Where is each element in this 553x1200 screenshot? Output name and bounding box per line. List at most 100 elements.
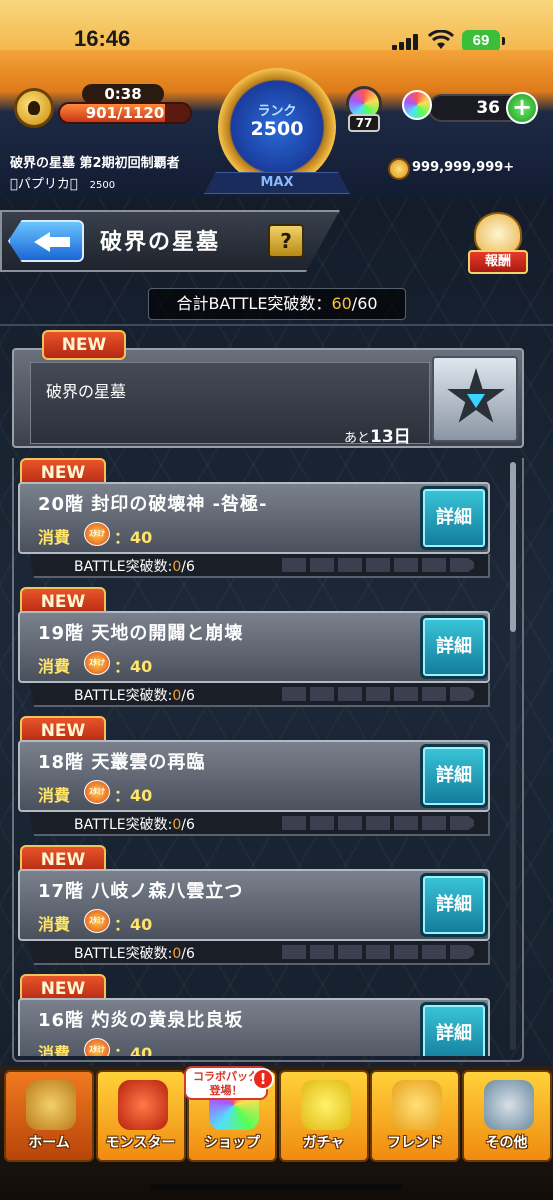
battle-max: /6 xyxy=(181,946,195,962)
total-max: /60 xyxy=(351,294,378,313)
total-prefix: 合計BATTLE突破数： xyxy=(176,294,332,313)
detail-button[interactable]: 詳細 xyxy=(420,615,488,679)
battle-current: 0 xyxy=(172,817,182,833)
rank-medal[interactable]: ランク 2500 xyxy=(218,68,336,186)
cost-label: 消費 xyxy=(38,528,71,547)
cost-value: ：40 xyxy=(114,786,153,805)
orb-count: 36 xyxy=(476,98,500,118)
floor-row[interactable]: NEW16階 灼炎の黄泉比良坂消費ｽﾀﾐﾅ：40詳細BATTLE突破数:0/6 xyxy=(12,974,492,1056)
detail-button[interactable]: 詳細 xyxy=(420,744,488,808)
page-title: 破界の星墓 xyxy=(100,230,221,255)
dungeon-emblem xyxy=(432,356,518,442)
gear-level: 77 xyxy=(348,114,380,132)
battle-label: BATTLE突破数: xyxy=(74,688,173,704)
floor-row[interactable]: NEW 17階 八岐ノ森八雲立つ 消費 ｽﾀﾐﾅ ：40 詳細 BATTLE突破数:0/6 xyxy=(12,845,492,973)
floor-title: 19階 天地の開闢と崩壊 xyxy=(38,623,244,644)
stamina-value: 901/1120 xyxy=(85,104,165,122)
nav-gacha[interactable]: ガチャ xyxy=(278,1070,369,1162)
gacha-icon xyxy=(300,1080,351,1130)
nav-label: ガチャ xyxy=(302,1135,345,1151)
cost-label: 消費 xyxy=(38,1044,71,1056)
battery-indicator: 69 xyxy=(462,30,505,52)
battle-label: BATTLE突破数: xyxy=(74,817,173,833)
cost-value: ：40 xyxy=(114,1044,153,1056)
total-battle-counter: 合計BATTLE突破数：60/60 xyxy=(148,288,406,320)
battle-label: BATTLE突破数: xyxy=(74,946,173,962)
nav-friend[interactable]: フレンド xyxy=(370,1070,460,1162)
cost-label: 消費 xyxy=(38,915,71,934)
stamina-icon xyxy=(14,88,54,128)
status-time: 16:46 xyxy=(74,26,131,51)
rank-max-badge: MAX xyxy=(204,172,350,194)
floor-title: 17階 八岐ノ森八雲立つ xyxy=(38,881,244,902)
battle-progress-text: BATTLE突破数:0/6 xyxy=(74,685,195,705)
remain-days: 13日 xyxy=(370,427,411,447)
nav-label: ホーム xyxy=(28,1135,70,1151)
wifi-icon xyxy=(428,30,454,49)
floor-title: 16階 灼炎の黄泉比良坂 xyxy=(38,1010,244,1031)
help-button[interactable]: ? xyxy=(268,224,304,258)
scrollbar[interactable] xyxy=(510,462,516,1050)
floor-row[interactable]: NEW 20階 封印の破壊神 -咎極- 消費 ｽﾀﾐﾅ ：40 詳細 BATTLE突破数:0… xyxy=(12,458,492,586)
cost-value: ：40 xyxy=(114,915,153,934)
new-badge: NEW xyxy=(42,330,126,360)
player-name-row: パプリカ2500 xyxy=(10,173,115,192)
other-icon xyxy=(483,1080,534,1130)
floor-list[interactable]: NEW 20階 封印の破壊神 -咎極- 消費 ｽﾀﾐﾅ ：40 詳細 BATTLE突破数:0… xyxy=(12,458,524,1056)
progress-chevrons xyxy=(282,816,478,830)
detail-button[interactable]: 詳細 xyxy=(420,1002,488,1056)
battle-progress: BATTLE突破数:0/6 xyxy=(29,812,490,836)
nav-monster[interactable]: モンスター xyxy=(95,1070,186,1162)
nav-label: モンスター xyxy=(105,1135,176,1151)
back-button[interactable] xyxy=(8,220,84,262)
progress-chevrons xyxy=(282,558,478,572)
apple-icon:  xyxy=(70,177,78,192)
progress-chevrons xyxy=(282,945,478,959)
player-title: 破界の星墓 第2期初回制覇者 xyxy=(10,156,180,171)
nav-label: その他 xyxy=(485,1135,528,1151)
home-icon xyxy=(26,1080,76,1130)
floor-title: 18階 天叢雲の再臨 xyxy=(38,752,206,773)
dungeon-name: 破界の星墓 xyxy=(46,382,127,401)
stamina-bar[interactable]: 901/1120 xyxy=(58,102,192,124)
battle-progress-text: BATTLE突破数:0/6 xyxy=(74,814,195,834)
remain-prefix: あと xyxy=(344,431,371,446)
stamina-timer: 0:38 xyxy=(82,84,164,104)
cost-value: ：40 xyxy=(114,528,153,547)
stamina-icon: ｽﾀﾐﾅ xyxy=(84,909,110,933)
friend-icon xyxy=(392,1080,442,1130)
apple-icon:  xyxy=(10,177,18,192)
cost-label: 消費 xyxy=(38,786,71,805)
detail-button[interactable]: 詳細 xyxy=(420,486,488,550)
stamina-icon: ｽﾀﾐﾅ xyxy=(84,651,110,675)
floor-row[interactable]: NEW 19階 天地の開闢と崩壊 消費 ｽﾀﾐﾅ ：40 詳細 BATTLE突破数:0/6 xyxy=(12,587,492,715)
floor-title: 20階 封印の破壊神 -咎極- xyxy=(38,494,268,515)
battle-progress-text: BATTLE突破数:0/6 xyxy=(74,943,195,963)
monster-icon xyxy=(117,1080,168,1130)
battle-progress: BATTLE突破数:0/6 xyxy=(29,941,490,965)
floor-row[interactable]: NEW 18階 天叢雲の再臨 消費 ｽﾀﾐﾅ ：40 詳細 BATTLE突破数:0/6 xyxy=(12,716,492,844)
stamina-icon: ｽﾀﾐﾅ xyxy=(84,1038,110,1056)
battle-max: /6 xyxy=(181,688,195,704)
battle-max: /6 xyxy=(181,817,195,833)
detail-button[interactable]: 詳細 xyxy=(420,873,488,937)
battle-current: 0 xyxy=(172,946,182,962)
scrollbar-thumb[interactable] xyxy=(510,462,516,632)
rank-label: ランク xyxy=(257,104,297,119)
orb-icon xyxy=(402,90,432,120)
battle-progress: BATTLE突破数:0/6 xyxy=(29,683,490,707)
nav-label: フレンド xyxy=(387,1135,443,1151)
reward-button[interactable]: 報酬 xyxy=(466,212,530,276)
nav-home[interactable]: ホーム xyxy=(4,1070,94,1162)
stamina-icon: ｽﾀﾐﾅ xyxy=(84,780,110,804)
battle-progress-text: BATTLE突破数:0/6 xyxy=(74,556,195,576)
divider xyxy=(0,324,553,326)
nav-label: ショップ xyxy=(204,1135,260,1151)
coin-count: 999,999,999+ xyxy=(412,160,515,175)
rank-value: 2500 xyxy=(250,118,304,140)
battle-progress: BATTLE突破数:0/6 xyxy=(29,554,490,578)
cellular-signal-icon xyxy=(392,34,420,50)
stamina-icon: ｽﾀﾐﾅ xyxy=(84,522,110,546)
buy-orbs-button[interactable]: + xyxy=(506,92,538,124)
nav-other[interactable]: その他 xyxy=(461,1070,552,1162)
